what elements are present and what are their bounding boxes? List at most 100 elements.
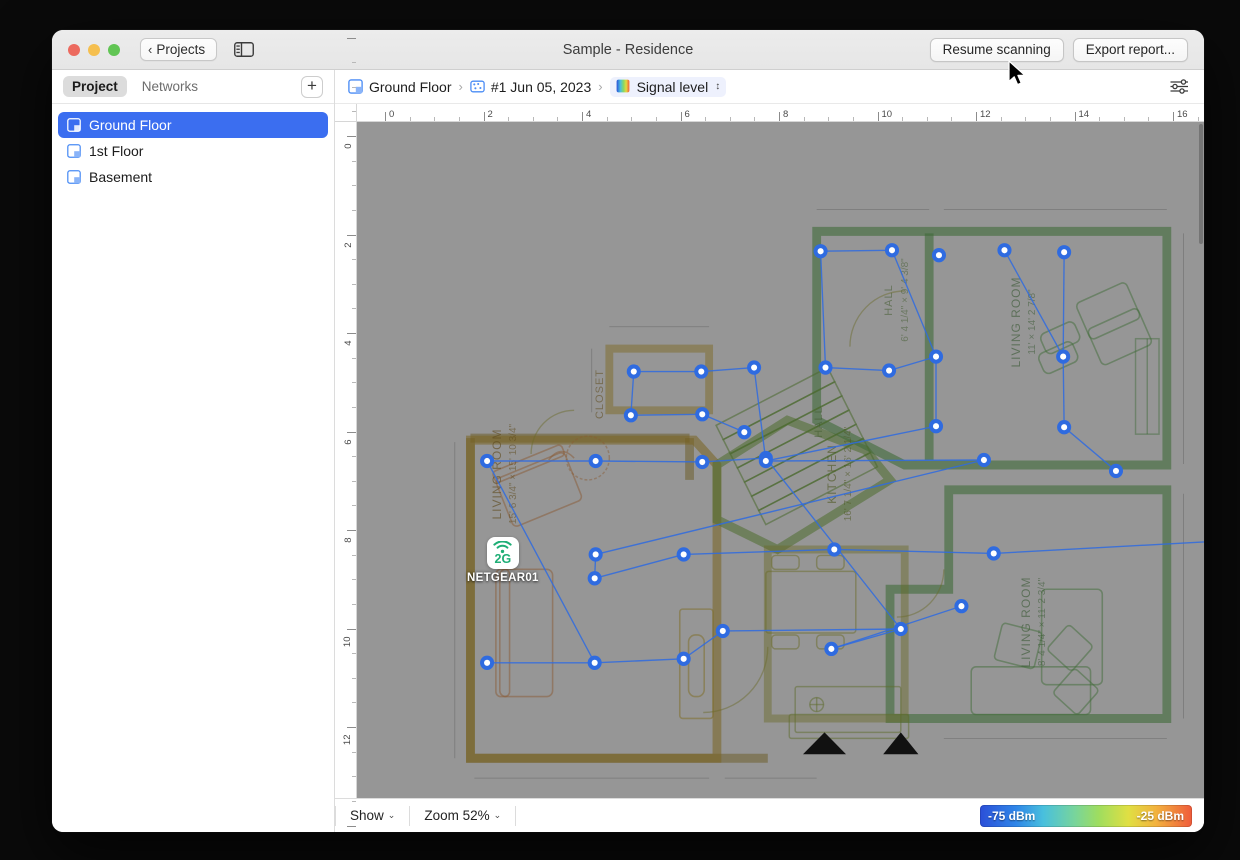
breadcrumb-label: Ground Floor — [369, 78, 452, 95]
ruler-tick — [1197, 117, 1199, 121]
back-to-projects-button[interactable]: ‹ Projects — [140, 38, 218, 61]
tab-networks[interactable]: Networks — [133, 76, 207, 97]
heatmap-stage[interactable]: LIVING ROOM 15' 6 3/4" × 15' 10 3/4" KIT… — [357, 122, 1204, 798]
survey-point[interactable] — [480, 655, 495, 670]
survey-point[interactable] — [928, 419, 944, 434]
survey-point[interactable] — [587, 655, 602, 670]
breadcrumb-item-floor[interactable]: Ground Floor — [348, 79, 451, 95]
ruler-label: 6 — [684, 109, 690, 120]
ruler-tick — [347, 825, 356, 827]
survey-point[interactable] — [1057, 420, 1072, 435]
ruler-label: 12 — [342, 734, 354, 746]
sidebar-item-basement[interactable]: Basement — [58, 164, 328, 190]
survey-path-segment — [722, 628, 901, 632]
ruler-tick — [352, 185, 356, 187]
chevron-down-icon: ⌄ — [493, 810, 502, 820]
ruler-tick — [1074, 112, 1076, 121]
ruler-label: 12 — [980, 109, 991, 120]
access-point-badge[interactable]: 2G — [486, 537, 519, 569]
survey-point[interactable] — [588, 453, 603, 469]
survey-point[interactable] — [954, 598, 969, 614]
sidebar-item-ground-floor[interactable]: Ground Floor — [58, 112, 328, 138]
ruler-tick — [347, 727, 356, 728]
survey-point[interactable] — [882, 363, 897, 378]
survey-point[interactable] — [737, 425, 752, 440]
tab-project[interactable]: Project — [63, 76, 127, 97]
ruler-tick — [352, 382, 356, 384]
ruler-tick — [1025, 117, 1027, 121]
export-report-button[interactable]: Export report... — [1072, 37, 1188, 62]
survey-point[interactable] — [893, 621, 908, 637]
ruler-tick — [483, 112, 485, 121]
survey-point[interactable] — [986, 546, 1001, 561]
window-titlebar: ‹ Projects Sample - Residence Resume sca… — [52, 30, 1204, 70]
ruler-tick — [1148, 117, 1150, 121]
zoom-menu-label: Zoom 52% — [424, 808, 490, 823]
survey-point[interactable] — [695, 407, 710, 422]
survey-path-segment — [1062, 356, 1065, 428]
breadcrumb-item-survey[interactable]: #1 Jun 05, 2023 — [470, 79, 591, 95]
survey-point[interactable] — [676, 547, 691, 562]
sidebar-toggle-icon[interactable] — [233, 41, 255, 58]
vertical-ruler[interactable]: 0 2 4 6 8 10 12 — [335, 37, 357, 827]
survey-point[interactable] — [694, 364, 709, 379]
minimize-window-button[interactable] — [88, 43, 100, 56]
survey-path-segment — [834, 548, 994, 555]
close-window-button[interactable] — [68, 43, 80, 56]
ruler-tick — [352, 800, 356, 802]
ruler-label: 2 — [487, 109, 493, 120]
show-menu-button[interactable]: Show ⌄ — [335, 805, 411, 826]
ruler-tick — [352, 505, 356, 507]
survey-point[interactable] — [758, 453, 773, 469]
survey-point[interactable] — [824, 641, 839, 657]
ruler-tick — [352, 480, 356, 482]
bottom-toolbar-left: Show ⌄ Zoom 52% ⌄ — [335, 805, 517, 826]
vertical-scrollbar[interactable] — [1199, 124, 1203, 244]
survey-point[interactable] — [588, 547, 603, 562]
survey-point[interactable] — [997, 243, 1012, 258]
survey-point[interactable] — [1056, 349, 1071, 364]
sliders-icon[interactable] — [1169, 78, 1191, 96]
survey-point[interactable] — [818, 360, 833, 375]
floorplan-icon — [67, 118, 81, 132]
ruler-tick — [385, 112, 386, 121]
ruler-label: 6 — [342, 439, 354, 445]
survey-point[interactable] — [827, 542, 842, 557]
survey-point[interactable] — [747, 360, 762, 375]
ruler-tick — [347, 234, 356, 236]
survey-point[interactable] — [884, 243, 900, 258]
survey-point[interactable] — [1108, 463, 1124, 479]
sidebar-item-1st-floor[interactable]: 1st Floor — [58, 138, 328, 164]
survey-path-segment — [595, 459, 985, 556]
zoom-menu-button[interactable]: Zoom 52% ⌄ — [410, 805, 517, 826]
ruler-tick — [352, 653, 356, 655]
survey-point[interactable] — [626, 364, 641, 379]
survey-point[interactable] — [623, 408, 638, 423]
ruler-tick — [352, 677, 356, 679]
window-controls[interactable] — [68, 43, 120, 56]
horizontal-ruler[interactable]: 0 2 4 6 8 10 12 14 16 — [357, 104, 1204, 122]
chevron-down-icon: ⌄ — [387, 810, 396, 820]
app-window: ‹ Projects Sample - Residence Resume sca… — [52, 30, 1204, 832]
survey-point[interactable] — [695, 454, 710, 470]
survey-points-layer[interactable] — [357, 122, 1204, 798]
survey-path-segment — [594, 553, 684, 579]
survey-point[interactable] — [587, 571, 602, 586]
survey-point[interactable] — [480, 453, 495, 469]
survey-point[interactable] — [928, 349, 944, 364]
survey-point[interactable] — [976, 452, 991, 468]
survey-point[interactable] — [813, 244, 828, 259]
survey-point[interactable] — [676, 651, 691, 666]
resume-scanning-button[interactable]: Resume scanning — [929, 37, 1064, 62]
maximize-window-button[interactable] — [108, 43, 120, 56]
survey-points-icon — [470, 79, 485, 94]
survey-point[interactable] — [931, 248, 946, 263]
survey-point[interactable] — [1057, 245, 1072, 260]
access-point-marker[interactable]: 2G NETGEAR01 — [467, 537, 539, 584]
add-item-button[interactable]: + — [301, 75, 323, 98]
survey-path-segment — [701, 366, 755, 373]
ruler-tick — [754, 117, 756, 121]
breadcrumb-item-visualization[interactable]: Signal level ↕ — [609, 76, 727, 97]
survey-point[interactable] — [715, 623, 730, 639]
chevron-updown-icon[interactable]: ↕ — [715, 81, 720, 92]
